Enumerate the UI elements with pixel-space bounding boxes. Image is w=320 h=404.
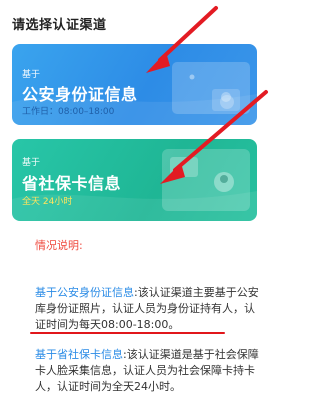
police-info-link[interactable]: 基于公安身份证信息 xyxy=(35,286,134,299)
social-info-link[interactable]: 基于省社保卡信息 xyxy=(35,348,123,361)
page-title: 请选择认证渠道 xyxy=(12,18,107,33)
police-id-channel-card[interactable]: 基于 公安身份证信息 工作日：08:00–18:00 xyxy=(12,44,257,125)
time-underline xyxy=(30,332,225,334)
card-prefix: 基于 xyxy=(22,70,41,80)
card-hours: 全天 24小时 xyxy=(22,197,73,207)
info-title: 情况说明: xyxy=(35,239,83,252)
card-hours: 工作日：08:00–18:00 xyxy=(22,107,115,117)
card-title: 公安身份证信息 xyxy=(22,85,138,104)
social-security-channel-card[interactable]: 基于 省社保卡信息 全天 24小时 xyxy=(12,139,257,221)
police-info-paragraph: 基于公安身份证信息:该认证渠道主要基于公安库身份证照片，认证人员为身份证持有人，… xyxy=(35,285,260,333)
social-info-paragraph: 基于省社保卡信息:该认证渠道是基于社会保障卡人脸采集信息，认证人员为社会保障卡持… xyxy=(35,347,260,395)
card-prefix: 基于 xyxy=(22,158,41,168)
card-title: 省社保卡信息 xyxy=(22,174,122,193)
